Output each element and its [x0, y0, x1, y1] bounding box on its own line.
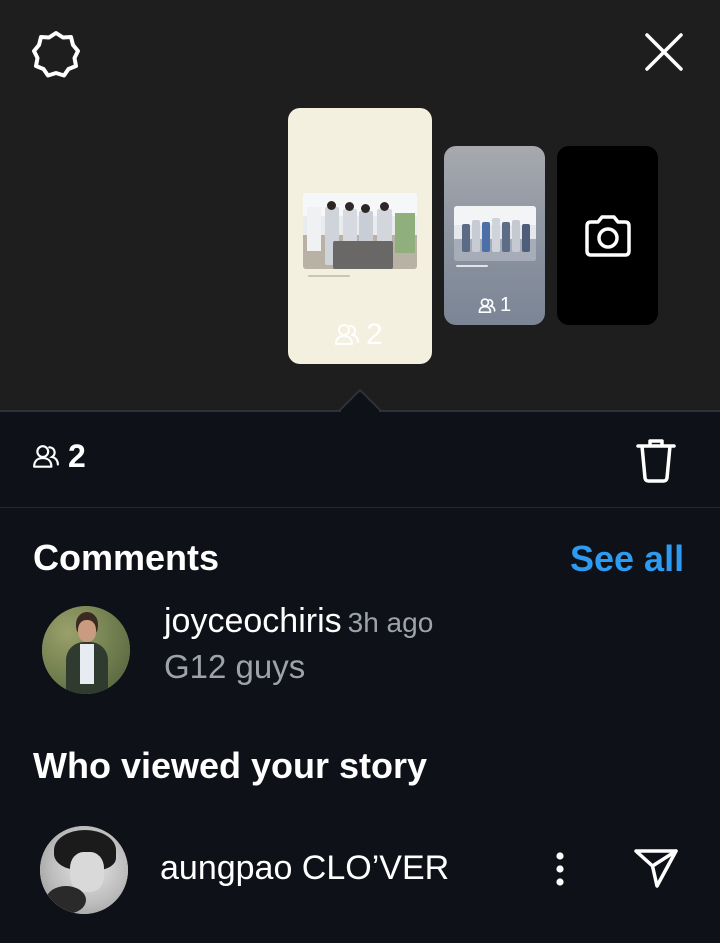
story-viewer-count-value: 2	[366, 318, 383, 351]
close-x-icon	[645, 33, 683, 71]
comment-text: G12 guys	[164, 648, 306, 685]
people-icon	[33, 444, 59, 468]
people-icon	[335, 324, 359, 345]
add-story-camera-button[interactable]	[557, 146, 658, 325]
trash-icon	[636, 439, 676, 483]
avatar[interactable]	[40, 826, 128, 914]
viewer-name[interactable]: aungpao CLO’VER	[160, 849, 449, 888]
viewers-count[interactable]: 2	[32, 438, 86, 475]
story-photo	[454, 206, 536, 261]
story-thumbnail-selected[interactable]: 2	[288, 108, 432, 364]
send-icon	[634, 849, 678, 888]
viewers-heading: Who viewed your story	[33, 745, 428, 786]
delete-story-button[interactable]	[632, 434, 680, 488]
avatar[interactable]	[42, 606, 130, 694]
settings-gear-icon	[32, 31, 80, 78]
more-vertical-icon	[556, 852, 564, 886]
people-icon	[478, 297, 496, 313]
camera-icon	[585, 215, 631, 257]
story-photo	[303, 193, 417, 269]
comments-heading: Comments	[33, 537, 220, 578]
story-thumbnail[interactable]: 1	[444, 146, 545, 325]
story-stats-row: 2	[0, 412, 720, 508]
comment-username[interactable]: joyceochiris	[164, 602, 342, 640]
more-options-button[interactable]	[546, 848, 574, 890]
story-viewer-count: 1	[478, 294, 511, 317]
viewers-count-value: 2	[68, 438, 86, 474]
story-viewer-count: 2	[334, 318, 383, 352]
comment-timestamp: 3h ago	[347, 607, 434, 638]
see-all-comments-link[interactable]: See all	[570, 538, 684, 580]
comment-author[interactable]: joyceochiris 3h ago	[164, 602, 433, 641]
send-message-button[interactable]	[630, 844, 682, 892]
close-button[interactable]	[640, 28, 688, 76]
story-viewer-count-value: 1	[500, 294, 512, 316]
settings-button[interactable]	[30, 28, 82, 80]
selected-story-pointer	[338, 388, 382, 412]
